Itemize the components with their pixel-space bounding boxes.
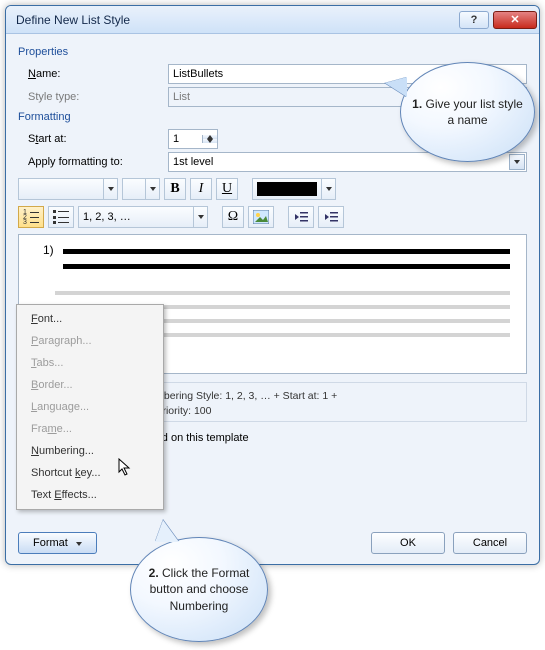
titlebar: Define New List Style bbox=[6, 6, 539, 34]
chevron-down-icon[interactable] bbox=[193, 207, 207, 227]
insert-picture-button[interactable] bbox=[248, 206, 274, 228]
bulleted-list-icon bbox=[53, 210, 69, 224]
font-size-combo[interactable] bbox=[122, 178, 160, 200]
help-button[interactable] bbox=[459, 11, 489, 29]
font-name-combo[interactable] bbox=[18, 178, 118, 200]
number-format-combo[interactable]: 1, 2, 3, … bbox=[78, 206, 208, 228]
close-button[interactable] bbox=[493, 11, 537, 29]
menu-tabs: Tabs... bbox=[17, 352, 163, 374]
numbered-list-button[interactable]: 1 2 3 bbox=[18, 206, 44, 228]
dialog-buttons: Format OK Cancel bbox=[18, 532, 527, 554]
insert-symbol-button[interactable]: Ω bbox=[222, 206, 244, 228]
styletype-label: Style type: bbox=[18, 91, 168, 103]
menu-shortcut[interactable]: Shortcut key... bbox=[17, 462, 163, 484]
increase-indent-icon bbox=[323, 210, 339, 224]
underline-button[interactable]: U bbox=[216, 178, 238, 200]
name-label: Name: bbox=[18, 68, 168, 80]
callout-2: 2. Click the Format button and choose Nu… bbox=[130, 537, 268, 642]
font-color-combo[interactable] bbox=[252, 178, 336, 200]
numbered-list-icon: 1 2 3 bbox=[23, 210, 39, 224]
list-toolbar: 1 2 3 1, 2, 3, … Ω bbox=[18, 206, 527, 228]
picture-icon bbox=[253, 210, 269, 224]
cancel-button[interactable]: Cancel bbox=[453, 532, 527, 554]
startat-spinner[interactable]: 1 bbox=[168, 129, 218, 149]
menu-language: Language... bbox=[17, 396, 163, 418]
preview-number: 1) bbox=[43, 243, 54, 257]
decrease-indent-icon bbox=[293, 210, 309, 224]
format-menu: Font... Paragraph... Tabs... Border... L… bbox=[16, 304, 164, 510]
callout-1: 1. Give your list style a name bbox=[400, 62, 535, 162]
chevron-down-icon[interactable] bbox=[321, 179, 335, 199]
menu-numbering[interactable]: Numbering... bbox=[17, 440, 163, 462]
chevron-down-icon bbox=[72, 537, 82, 549]
startat-label: Start at: bbox=[18, 133, 168, 145]
window-title: Define New List Style bbox=[16, 13, 457, 27]
chevron-down-icon[interactable] bbox=[145, 179, 159, 199]
font-toolbar: B I U bbox=[18, 178, 527, 200]
menu-frame: Frame... bbox=[17, 418, 163, 440]
increase-indent-button[interactable] bbox=[318, 206, 344, 228]
color-swatch-icon bbox=[257, 182, 317, 196]
applyto-label: Apply formatting to: bbox=[18, 156, 168, 168]
bold-button[interactable]: B bbox=[164, 178, 186, 200]
menu-text-effects[interactable]: Text Effects... bbox=[17, 484, 163, 506]
spinner-down-icon[interactable] bbox=[202, 139, 217, 143]
menu-paragraph: Paragraph... bbox=[17, 330, 163, 352]
chevron-down-icon[interactable] bbox=[509, 154, 525, 170]
group-properties: Properties bbox=[18, 46, 527, 58]
chevron-down-icon[interactable] bbox=[103, 179, 117, 199]
format-button[interactable]: Format bbox=[18, 532, 97, 554]
bulleted-list-button[interactable] bbox=[48, 206, 74, 228]
italic-button[interactable]: I bbox=[190, 178, 212, 200]
menu-border: Border... bbox=[17, 374, 163, 396]
decrease-indent-button[interactable] bbox=[288, 206, 314, 228]
menu-font[interactable]: Font... bbox=[17, 308, 163, 330]
ok-button[interactable]: OK bbox=[371, 532, 445, 554]
